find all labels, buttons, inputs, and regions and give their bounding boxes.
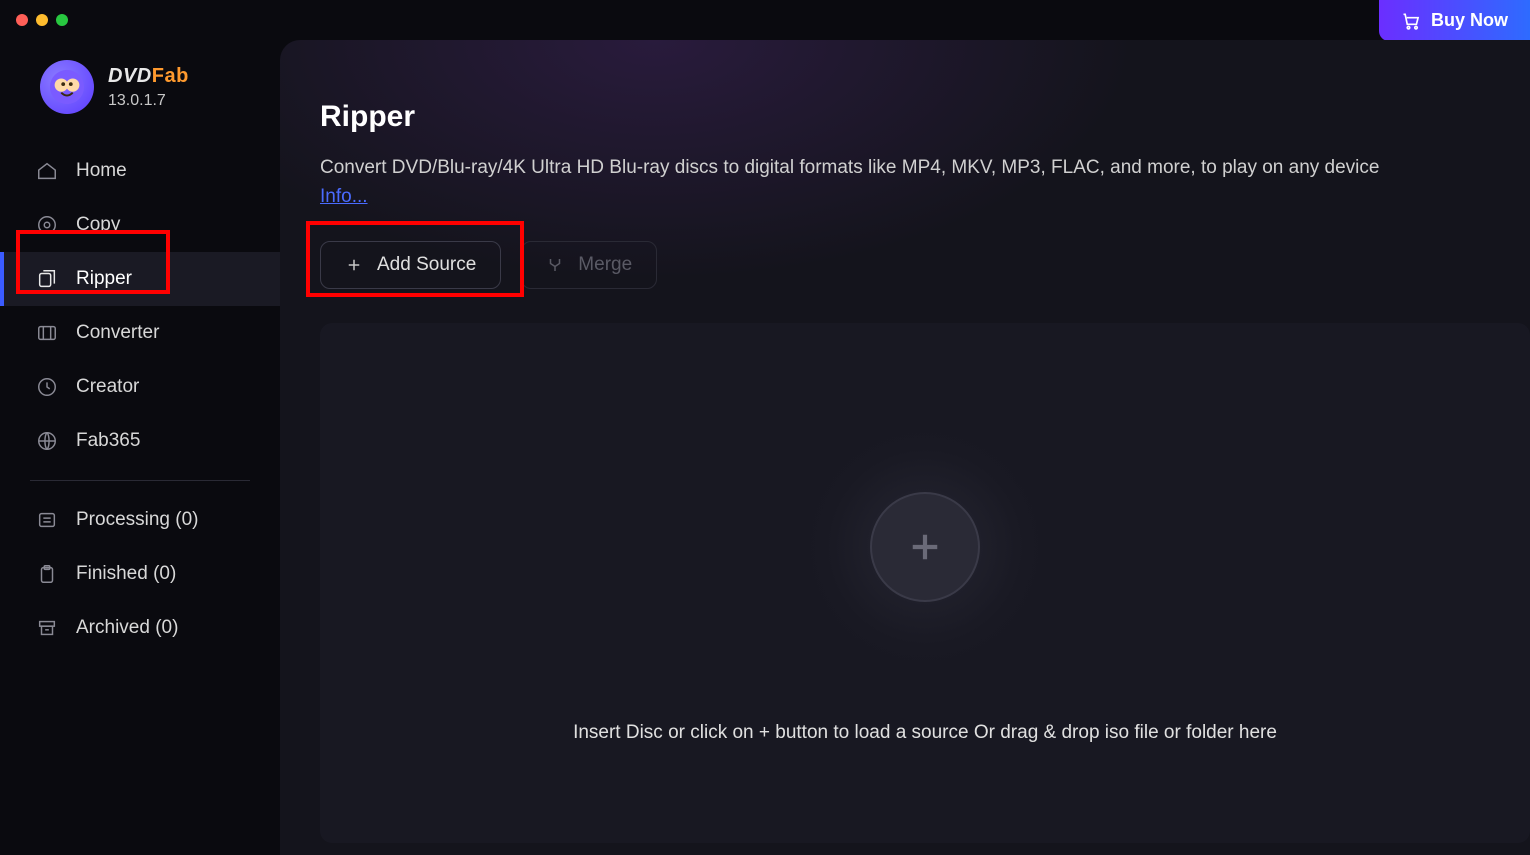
list-icon <box>36 509 58 531</box>
action-row: Add Source Merge <box>320 241 1530 289</box>
sidebar-item-archived[interactable]: Archived (0) <box>0 601 280 655</box>
sidebar-item-label: Copy <box>76 214 120 236</box>
sidebar-item-label: Fab365 <box>76 430 140 452</box>
page-title: Ripper <box>320 100 1530 134</box>
sidebar-item-label: Creator <box>76 376 139 398</box>
clipboard-icon <box>36 563 58 585</box>
close-button[interactable] <box>16 14 28 26</box>
sidebar-item-creator[interactable]: Creator <box>0 360 280 414</box>
brand-block: DVDFab 13.0.1.7 <box>0 50 280 144</box>
sidebar-item-home[interactable]: Home <box>0 144 280 198</box>
drop-circle-halo <box>800 422 1050 672</box>
add-source-label: Add Source <box>377 254 476 276</box>
plus-icon <box>345 256 363 274</box>
home-icon <box>36 160 58 182</box>
sidebar-item-copy[interactable]: Copy <box>0 198 280 252</box>
sidebar-item-finished[interactable]: Finished (0) <box>0 547 280 601</box>
buy-now-label: Buy Now <box>1431 10 1508 31</box>
content-area: Ripper Convert DVD/Blu-ray/4K Ultra HD B… <box>280 40 1530 855</box>
sidebar: DVDFab 13.0.1.7 Home Copy Ripper Convert… <box>0 40 280 855</box>
sidebar-item-label: Converter <box>76 322 159 344</box>
dropzone[interactable]: Insert Disc or click on + button to load… <box>320 323 1530 843</box>
merge-icon <box>546 256 564 274</box>
brand-version: 13.0.1.7 <box>108 92 189 110</box>
minimize-button[interactable] <box>36 14 48 26</box>
globe-icon <box>36 430 58 452</box>
window-controls <box>16 14 68 26</box>
ripper-icon <box>36 268 58 290</box>
sidebar-item-label: Ripper <box>76 268 132 290</box>
dropzone-hint: Insert Disc or click on + button to load… <box>573 722 1277 744</box>
sidebar-item-label: Home <box>76 160 127 182</box>
nav-primary: Home Copy Ripper Converter Creator Fab36… <box>0 144 280 468</box>
drop-add-button[interactable] <box>870 492 980 602</box>
sidebar-item-label: Archived (0) <box>76 617 178 639</box>
sidebar-item-ripper[interactable]: Ripper <box>0 252 280 306</box>
cart-icon <box>1401 11 1421 31</box>
titlebar: Buy Now <box>0 0 1530 40</box>
sidebar-divider <box>30 480 250 481</box>
plus-icon <box>904 526 946 568</box>
converter-icon <box>36 322 58 344</box>
creator-icon <box>36 376 58 398</box>
buy-now-button[interactable]: Buy Now <box>1379 0 1530 41</box>
merge-button[interactable]: Merge <box>521 241 657 289</box>
sidebar-item-converter[interactable]: Converter <box>0 306 280 360</box>
sidebar-item-label: Processing (0) <box>76 509 199 531</box>
add-source-button[interactable]: Add Source <box>320 241 501 289</box>
merge-label: Merge <box>578 254 632 276</box>
sidebar-item-label: Finished (0) <box>76 563 176 585</box>
brand-avatar <box>40 60 94 114</box>
sidebar-item-fab365[interactable]: Fab365 <box>0 414 280 468</box>
maximize-button[interactable] <box>56 14 68 26</box>
disc-icon <box>36 214 58 236</box>
sidebar-item-processing[interactable]: Processing (0) <box>0 493 280 547</box>
page-description: Convert DVD/Blu-ray/4K Ultra HD Blu-ray … <box>320 154 1530 211</box>
brand-name: DVDFab <box>108 65 189 88</box>
more-info-link[interactable]: Info... <box>320 186 368 207</box>
archive-icon <box>36 617 58 639</box>
nav-status: Processing (0) Finished (0) Archived (0) <box>0 493 280 655</box>
